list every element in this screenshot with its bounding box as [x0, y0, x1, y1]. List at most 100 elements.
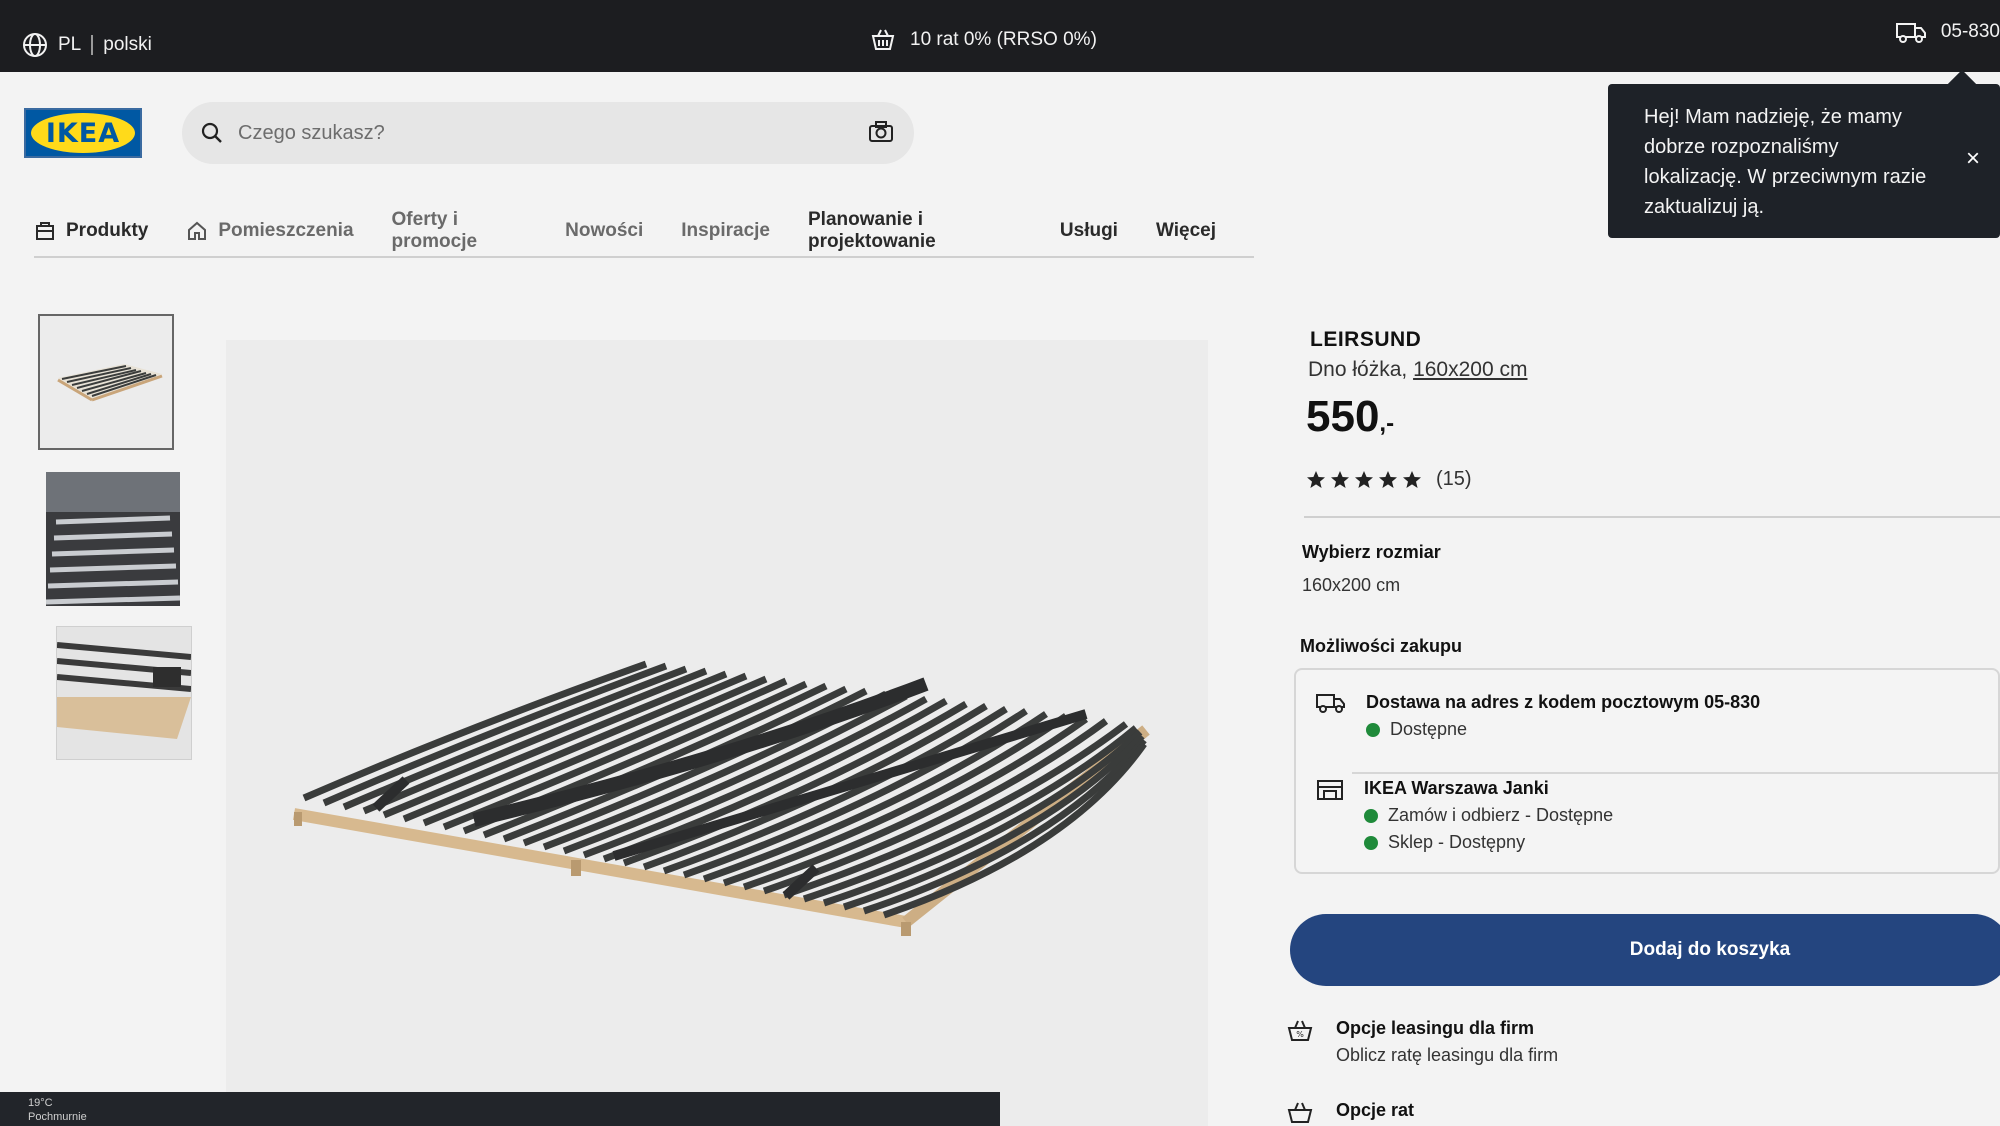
nav-label-oferty: Oferty i promocje	[391, 209, 478, 252]
star-icon	[1403, 470, 1421, 488]
delivery-zip[interactable]: 05-830	[1895, 20, 2000, 44]
nav-label-uslugi: Usługi	[1059, 220, 1118, 241]
nav-label-produkty: Produkty	[66, 220, 149, 241]
product-price: 550,-	[1306, 392, 1394, 442]
click-collect-status-text: Zamów i odbierz - Dostępne	[1388, 805, 1614, 825]
delivery-status: Dostępne	[1366, 719, 1760, 740]
nav-label-wiecej: Więcej	[1155, 220, 1216, 241]
leasing-subtitle: Oblicz ratę leasingu dla firm	[1336, 1045, 1559, 1065]
nav-item-pomieszczenia[interactable]: Pomieszczenia	[186, 220, 354, 242]
delivery-status-text: Dostępne	[1390, 719, 1468, 739]
price-value: 550	[1306, 392, 1380, 441]
product-type: Dno łóżka,	[1308, 358, 1408, 381]
installment-options[interactable]: Opcje rat	[1286, 1100, 1414, 1126]
product-rating[interactable]: (15)	[1306, 468, 1472, 491]
language-code: PL	[58, 34, 82, 55]
nav-item-oferty[interactable]: Oferty i promocje	[392, 209, 528, 253]
product-description: Dno łóżka, 160x200 cm	[1308, 358, 1527, 382]
nav-item-wiecej[interactable]: Więcej	[1156, 220, 1216, 242]
product-thumbnail-3[interactable]	[56, 626, 192, 760]
installments-title: Opcje rat	[1336, 1100, 1415, 1120]
basket-icon	[871, 29, 895, 50]
availability-divider	[1352, 772, 2000, 774]
delivery-availability[interactable]: Dostawa na adres z kodem pocztowym 05-83…	[1316, 692, 1760, 740]
logo-oval: IKEA	[31, 113, 135, 153]
tooltip-text: Hej! Mam nadzieję, że mamy dobrze rozpoz…	[1644, 106, 1927, 218]
store-availability[interactable]: IKEA Warszawa Janki Zamów i odbierz - Do…	[1316, 778, 1613, 853]
svg-text:%: %	[1296, 1030, 1304, 1039]
availability-box: Dostawa na adres z kodem pocztowym 05-83…	[1294, 668, 2000, 874]
star-icon	[1331, 470, 1349, 488]
store-stock-status: Sklep - Dostępny	[1364, 832, 1613, 853]
globe-icon	[23, 33, 47, 57]
add-to-cart-label: Dodaj do koszyka	[1629, 939, 1791, 960]
leasing-text: Opcje leasingu dla firm Oblicz ratę leas…	[1336, 1018, 1558, 1066]
product-size-link[interactable]: 160x200 cm	[1413, 358, 1527, 381]
promo-text: 10 rat 0% (RRSO 0%)	[910, 29, 1097, 50]
nav-label-pomieszczenia: Pomieszczenia	[218, 220, 354, 241]
size-label: Wybierz rozmiar	[1302, 542, 1441, 562]
search-input[interactable]: Czego szukasz?	[238, 122, 385, 145]
weather-temperature: 19°C	[28, 1097, 53, 1109]
nav-item-planowanie[interactable]: Planowanie i projektowanie	[808, 209, 1022, 253]
promo-banner[interactable]: 10 rat 0% (RRSO 0%)	[870, 28, 1097, 52]
main-product-image[interactable]	[226, 340, 1208, 1126]
leasing-options[interactable]: % Opcje leasingu dla firm Oblicz ratę le…	[1286, 1018, 1558, 1066]
nav-item-nowosci[interactable]: Nowości	[565, 220, 643, 242]
store-icon	[1317, 780, 1343, 800]
home-icon	[188, 221, 207, 240]
search-icon	[201, 122, 222, 143]
product-thumbnail-1[interactable]	[38, 314, 174, 450]
top-bar: PL polski 10 rat 0% (RRSO 0%) 05-830	[0, 0, 2000, 72]
store-title: IKEA Warszawa Janki	[1364, 778, 1549, 798]
review-count: (15)	[1436, 468, 1472, 490]
tooltip-caret	[1947, 69, 1977, 99]
language-separator	[91, 35, 94, 55]
logo-text: IKEA	[45, 117, 121, 149]
leasing-basket-icon: %	[1287, 1020, 1313, 1041]
nav-label-nowosci: Nowości	[565, 220, 644, 241]
language-selector[interactable]: PL polski	[22, 32, 152, 58]
nav-label-planowanie: Planowanie i projektowanie	[808, 209, 936, 252]
bed-base-thumbnail-image	[57, 364, 163, 402]
location-tooltip: Hej! Mam nadzieję, że mamy dobrze rozpoz…	[1608, 69, 2000, 238]
store-stock-status-text: Sklep - Dostępny	[1388, 832, 1526, 852]
search-bar[interactable]: Czego szukasz?	[182, 102, 914, 164]
language-name: polski	[103, 34, 152, 55]
click-collect-status: Zamów i odbierz - Dostępne	[1364, 805, 1613, 826]
product-name: LEIRSUND	[1310, 328, 1422, 351]
camera-icon[interactable]	[868, 120, 894, 144]
weather-widget[interactable]: 19°C Pochmurnie	[28, 1096, 87, 1124]
delivery-truck-icon	[1316, 694, 1345, 713]
nav-item-uslugi[interactable]: Usługi	[1060, 220, 1118, 242]
nav-item-inspiracje[interactable]: Inspiracje	[681, 220, 770, 242]
delivery-text: Dostawa na adres z kodem pocztowym 05-83…	[1366, 692, 1760, 740]
nav-item-produkty[interactable]: Produkty	[34, 220, 148, 242]
bed-base-product-image	[292, 660, 1150, 936]
delivery-truck-icon	[1895, 23, 1926, 43]
rating-stars	[1306, 470, 1422, 490]
products-icon	[36, 222, 54, 240]
ikea-logo[interactable]: IKEA	[24, 108, 142, 158]
price-suffix: ,-	[1379, 410, 1395, 437]
product-thumbnail-2[interactable]	[45, 472, 181, 606]
add-to-cart-button[interactable]: Dodaj do koszyka	[1290, 914, 2000, 986]
os-taskbar: 19°C Pochmurnie	[0, 1092, 1000, 1126]
available-dot-icon	[1364, 808, 1378, 823]
star-icon	[1379, 470, 1397, 488]
available-dot-icon	[1366, 722, 1380, 737]
delivery-title: Dostawa na adres z kodem pocztowym 05-83…	[1366, 692, 1761, 712]
star-icon	[1307, 470, 1325, 488]
close-icon[interactable]: ×	[1966, 144, 1980, 174]
purchase-options-label: Możliwości zakupu	[1300, 636, 1463, 656]
zip-code: 05-830	[1940, 21, 2000, 42]
bed-slats-detail-thumbnail-image	[56, 627, 192, 759]
nav-label-inspiracje: Inspiracje	[681, 220, 770, 241]
star-icon	[1355, 470, 1373, 488]
store-text: IKEA Warszawa Janki Zamów i odbierz - Do…	[1364, 778, 1613, 853]
leasing-title: Opcje leasingu dla firm	[1336, 1018, 1535, 1038]
installments-basket-icon	[1287, 1102, 1313, 1123]
main-navigation: Produkty Pomieszczenia Oferty i promocje…	[34, 206, 1254, 258]
info-divider	[1304, 516, 2000, 518]
size-value[interactable]: 160x200 cm	[1302, 575, 1400, 596]
